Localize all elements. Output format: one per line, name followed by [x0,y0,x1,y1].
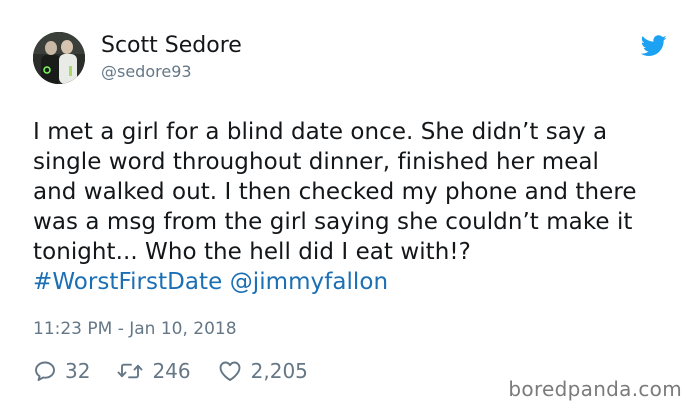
tweet-text-line: I met a girl for a blind date once. She … [33,119,608,145]
avatar-photo [33,32,85,84]
tweet-text-line: was a msg from the girl saying she could… [33,209,633,235]
tweet-text-line: and walked out. I then checked my phone … [33,179,637,205]
hashtag-link[interactable]: #WorstFirstDate [33,269,222,295]
retweet-icon [116,359,144,383]
retweet-button[interactable]: 246 [116,359,191,383]
tweet-text-line: single word throughout dinner, finished … [33,149,599,175]
reply-button[interactable]: 32 [33,359,90,383]
tweet-text-line: tonight... Who the hell did I eat with!? [33,239,471,265]
like-button[interactable]: 2,205 [217,359,308,383]
heart-icon [217,359,243,383]
tweet-text: I met a girl for a blind date once. She … [33,117,673,297]
twitter-bird-icon[interactable] [640,35,667,57]
author-avatar[interactable] [33,32,85,84]
reply-icon [33,359,57,383]
source-watermark: boredpanda.com [508,377,682,401]
reply-count: 32 [65,359,91,383]
mention-link[interactable]: @jimmyfallon [230,269,388,295]
tweet-links: #WorstFirstDate @jimmyfallon [33,267,673,297]
author-display-name[interactable]: Scott Sedore [101,33,242,59]
tweet-timestamp[interactable]: 11:23 PM - Jan 10, 2018 [33,318,237,340]
tweet-card: Scott Sedore @sedore93 I met a girl for … [0,0,700,413]
author-handle[interactable]: @sedore93 [101,62,192,82]
retweet-count: 246 [152,359,191,383]
tweet-actions: 32 246 2,205 [33,358,308,384]
like-count: 2,205 [250,359,308,383]
